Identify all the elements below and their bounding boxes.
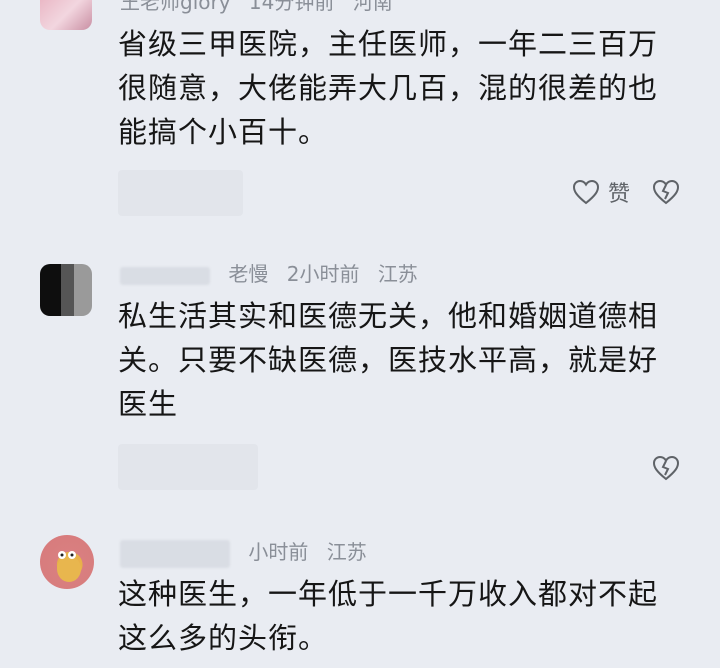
comment-meta: 小时前 江苏 bbox=[120, 536, 379, 568]
blurred-username[interactable] bbox=[120, 266, 210, 285]
comment-text: 私生活其实和医德无关，他和婚姻道德相关。只要不缺医德，医技水平高，就是好医生 bbox=[118, 299, 659, 421]
avatar[interactable] bbox=[40, 0, 92, 30]
reply-preview[interactable] bbox=[118, 444, 258, 490]
comment-time: 小时前 bbox=[248, 540, 309, 564]
comment-actions: 赞 bbox=[572, 172, 680, 212]
comment-meta: 王老师glory 14分钟前 河南 bbox=[120, 0, 405, 16]
comment-meta: 老慢 2小时前 江苏 bbox=[120, 258, 430, 288]
comment-username[interactable]: 老慢 bbox=[228, 262, 268, 286]
dislike-button[interactable] bbox=[652, 179, 680, 205]
broken-heart-icon bbox=[652, 179, 680, 205]
broken-heart-icon bbox=[652, 455, 680, 481]
comment-location: 河南 bbox=[352, 0, 393, 14]
comment-actions bbox=[652, 448, 680, 488]
comment-text: 这种医生，一年低于一千万收入都对不起这么多的头衔。 bbox=[118, 577, 659, 655]
comment-location: 江苏 bbox=[326, 540, 367, 564]
dislike-button[interactable] bbox=[652, 455, 680, 481]
comment-time: 14分钟前 bbox=[248, 0, 335, 14]
comment-location: 江苏 bbox=[377, 262, 418, 286]
like-label: 赞 bbox=[607, 182, 630, 207]
comment-username[interactable]: 王老师glory bbox=[120, 0, 231, 14]
comment-text: 省级三甲医院，主任医师，一年二三百万很随意，大佬能弄大几百，混的很差的也能搞个小… bbox=[118, 27, 659, 149]
avatar[interactable] bbox=[40, 535, 94, 589]
like-button[interactable]: 赞 bbox=[572, 176, 630, 208]
cartoon-avatar-icon bbox=[57, 551, 81, 582]
comment-time: 2小时前 bbox=[286, 262, 360, 286]
reply-preview[interactable] bbox=[118, 170, 243, 216]
blurred-username[interactable] bbox=[120, 539, 230, 568]
avatar[interactable] bbox=[40, 264, 92, 316]
heart-outline-icon bbox=[572, 179, 600, 205]
